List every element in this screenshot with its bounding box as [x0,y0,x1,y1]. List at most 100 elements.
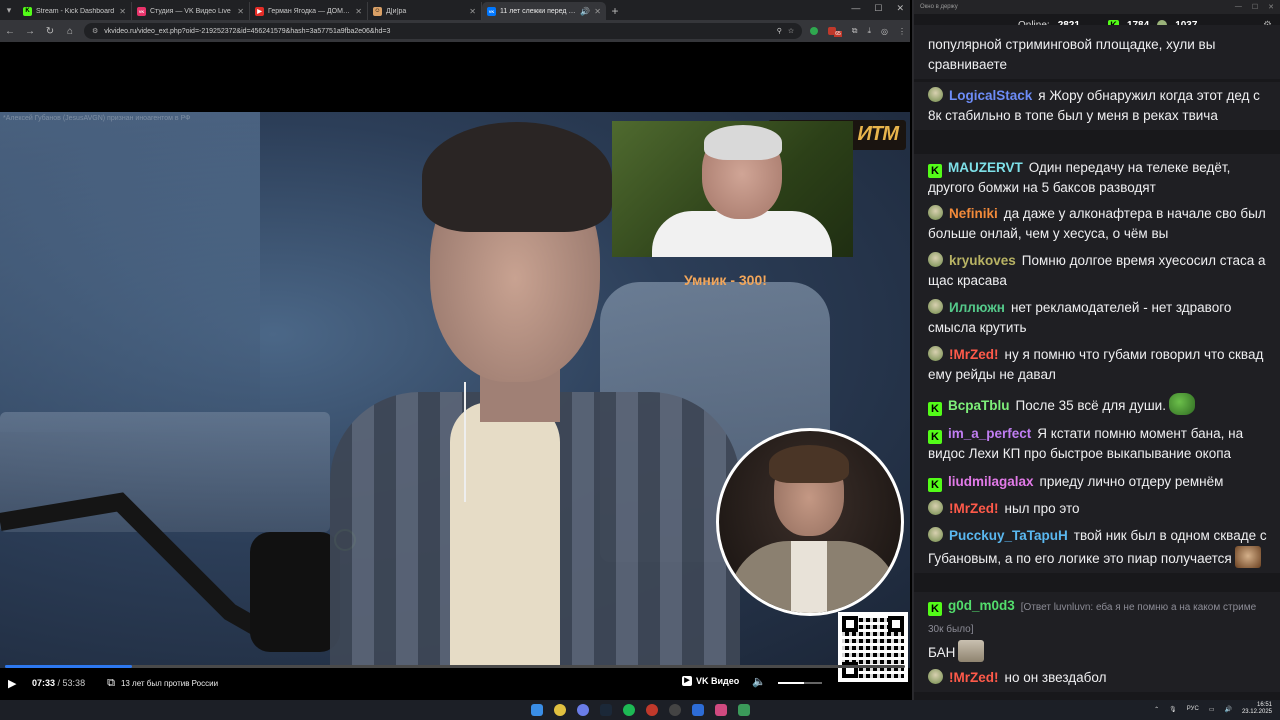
tab-youtube[interactable]: ▶ Герман Ягодка — ДОМ 2 и ан ✕ [250,2,368,20]
chat-message-list[interactable]: популярной стриминговой площадке, хули в… [914,25,1280,692]
mic-icon[interactable]: 🎙 [1169,706,1177,713]
language-indicator[interactable]: РУС [1187,706,1199,712]
bookmark-star-icon[interactable]: ☆ [788,27,794,35]
download-icon[interactable]: ⤓ [867,26,871,36]
chat-message[interactable]: !MrZed! но он звездабол [914,664,1280,692]
network-icon[interactable]: ▭ [1209,706,1215,713]
chat-username[interactable]: MAUZERVT [948,160,1023,175]
chat-message[interactable]: !MrZed! ну я помню что губами говорил что… [914,341,1280,389]
maximize-icon[interactable]: ☐ [1252,3,1258,11]
tab-search-icon[interactable]: ▾ [0,0,18,20]
profile-icon[interactable]: ◎ [881,27,888,36]
site-info-icon[interactable]: ⚙ [92,27,98,35]
windows-taskbar: ⌃ 🎙 РУС ▭ 🔊 16:51 23.12.2025 [0,700,1280,720]
speaker-icon[interactable]: 🔊 [580,7,590,16]
home-icon[interactable]: ⌂ [64,26,76,37]
obs-icon[interactable] [668,704,681,716]
maximize-icon[interactable]: ☐ [874,3,882,14]
app-pink-icon[interactable] [714,704,727,716]
current-time: 07:33 [32,678,56,688]
app-green-icon[interactable] [737,704,750,716]
chat-message[interactable]: Nefiniki да даже у алконафтера в начале с… [914,200,1280,248]
qr-corner [888,616,904,632]
chat-message[interactable]: Kim_a_perfect Я кстати помню момент бана,… [914,420,1280,468]
system-tray: ⌃ 🎙 РУС ▭ 🔊 16:51 23.12.2025 [1154,702,1272,716]
tray-chevron-icon[interactable]: ⌃ [1154,706,1159,713]
tshirt-decor [450,402,560,668]
close-icon[interactable]: ✕ [896,3,904,14]
chat-message-text: После 35 всё для души. [1015,398,1166,413]
chat-message[interactable]: LogicalStack я Жору обнаружил когда этот … [914,82,1280,130]
tab-kick-dashboard[interactable]: K Stream - Kick Dashboard ✕ [18,2,132,20]
reload-icon[interactable]: ↻ [44,26,56,37]
vk-avatar-badge-icon [928,346,943,361]
forward-icon[interactable]: → [24,26,36,37]
chat-username[interactable]: im_a_perfect [948,426,1031,441]
puzzle-icon[interactable]: ⧉ [852,26,858,36]
sound-icon[interactable]: 🔊 [1224,706,1231,713]
chat-username[interactable]: kryukoves [949,253,1016,268]
browser-window: ▾ K Stream - Kick Dashboard ✕ VK Студия … [0,0,910,700]
chrome-icon[interactable] [553,704,566,716]
back-icon[interactable]: ← [4,26,16,37]
chat-message[interactable]: Иллюжн нет рекламодателей - нет здравого … [914,294,1280,342]
media-icon[interactable] [691,704,704,716]
play-icon[interactable]: ▶ [8,677,22,690]
tab-vk-studio[interactable]: VK Студия — VK Видео Live ✕ [132,2,250,20]
app-red-icon[interactable] [645,704,658,716]
chapters-icon[interactable]: ⧉ [107,677,115,690]
tab-close-icon[interactable]: ✕ [237,7,244,16]
volume-fill [778,682,805,684]
start-icon[interactable] [530,704,543,716]
chat-username[interactable]: g0d_m0d3 [948,598,1015,613]
chat-username[interactable]: Pucckuy_TaTapuH [949,528,1068,543]
minimize-icon[interactable]: — [1235,3,1242,11]
chat-username[interactable]: liudmilagalax [948,474,1034,489]
chapter-title[interactable]: 13 лет был против России [121,679,218,688]
clock[interactable]: 16:51 23.12.2025 [1242,702,1272,716]
volume-slider[interactable] [778,682,822,684]
tab-vk-video-active[interactable]: VK 11 лет слежки перед Укр 🔊 ✕ [482,2,606,20]
chat-message[interactable]: популярной стриминговой площадке, хули в… [914,25,1280,79]
chat-username[interactable]: BcpaTblu [948,398,1010,413]
chat-username[interactable]: LogicalStack [949,88,1032,103]
chat-username[interactable]: !MrZed! [949,670,999,685]
chat-username[interactable]: !MrZed! [949,501,999,516]
new-tab-button[interactable]: + [606,2,624,20]
chat-message[interactable]: K BcpaTblu После 35 всё для души. [914,389,1280,420]
tab-close-icon[interactable]: ✕ [355,7,362,16]
chat-message[interactable]: K MAUZERVT Один передачу на телеке ведёт, … [914,154,1280,202]
tab-dira[interactable]: ☺ Д[и]ра ✕ [368,2,482,20]
address-bar[interactable]: ⚙ vkvideo.ru/video_ext.php?oid=-21925237… [84,23,803,39]
time-separator: / [55,678,63,688]
minimize-icon[interactable]: — [851,3,860,14]
vk-avatar-badge-icon [928,500,943,515]
discord-icon[interactable] [576,704,589,716]
chat-message[interactable]: Kg0d_m0d3 [Ответ luvnluvn: еба я не помню… [914,592,1280,667]
chat-username[interactable]: Иллюжн [949,300,1005,315]
kick-badge-icon: K [928,478,942,492]
volume-icon[interactable]: 🔈 [752,675,766,688]
chat-message[interactable]: Kliudmilagalax приеду лично отдеру ремнём [914,468,1280,496]
chat-message[interactable]: kryukoves Помню долгое время хуесосил ста… [914,247,1280,295]
spotify-icon[interactable] [622,704,635,716]
vk-video-logo[interactable]: ▶ VK Видео [682,676,739,686]
chat-window-controls: — ☐ ✕ [1235,3,1274,11]
video-progress-bar[interactable] [5,665,905,668]
chat-message[interactable]: Pucckuy_TaTapuH твой ник был в одном сква… [914,522,1280,573]
extension-green-icon[interactable] [810,27,819,35]
emote-bani-icon [958,640,985,662]
tab-close-icon[interactable]: ✕ [119,7,126,16]
steam-icon[interactable] [599,704,612,716]
tab-close-icon[interactable]: ✕ [594,7,601,16]
chat-message[interactable]: !MrZed! ныл про это [914,495,1280,523]
video-frame[interactable]: *Алексей Губанов (JesusAVGN) признан ино… [0,112,910,668]
chat-username[interactable]: Nefiniki [949,206,998,221]
chat-username[interactable]: !MrZed! [949,347,999,362]
tab-close-icon[interactable]: ✕ [469,7,476,16]
menu-icon[interactable]: ⋮ [898,27,906,36]
earphone-cable [464,382,466,502]
video-player[interactable]: *Алексей Губанов (JesusAVGN) признан ино… [0,42,910,700]
zoom-icon[interactable]: ⚲ [777,27,782,35]
close-icon[interactable]: ✕ [1268,3,1274,11]
